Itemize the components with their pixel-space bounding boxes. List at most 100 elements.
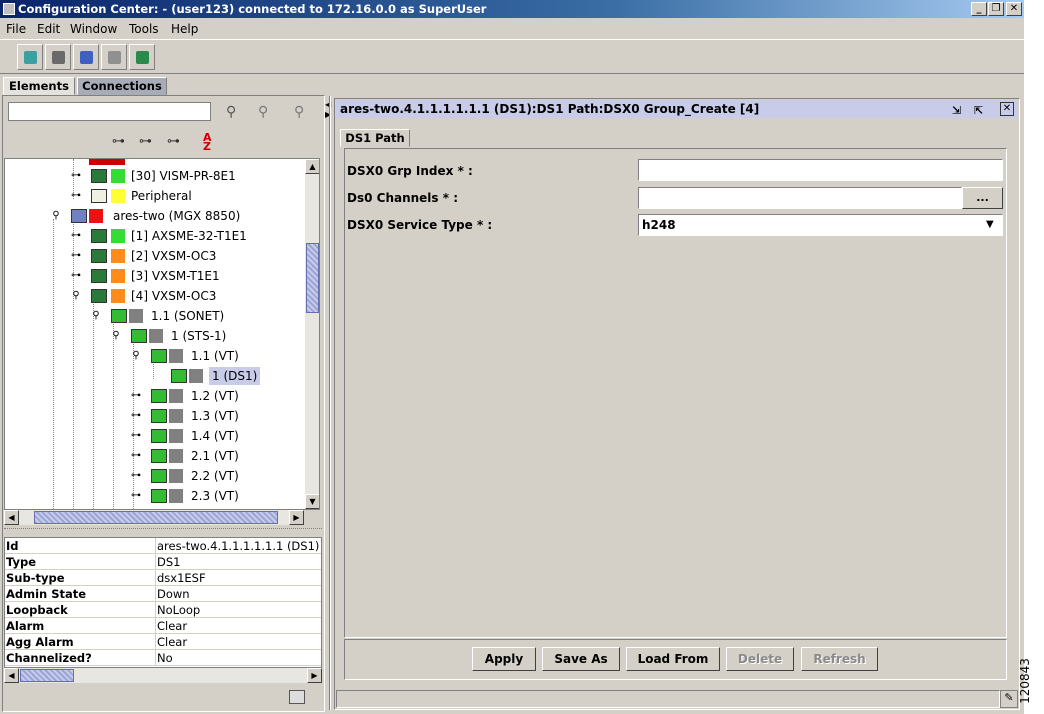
collapse-icon[interactable]: ⚲ (91, 311, 101, 321)
path-icon (151, 429, 167, 443)
restore-panel-icon[interactable]: ⇱ (974, 102, 988, 117)
scroll-left-button[interactable]: ◀ (4, 510, 19, 525)
tree-node-sonet[interactable]: ⚲ 1.1 (SONET) (91, 307, 311, 325)
expand-icon[interactable]: ⊶ (71, 191, 81, 201)
figure-number-area: 120843 (1018, 650, 1044, 714)
expand-icon[interactable]: ⊶ (71, 251, 81, 261)
tree-vertical-scrollbar[interactable]: ▲ ▼ (305, 159, 319, 509)
alarm-status-icon (149, 329, 163, 343)
collapse-icon[interactable]: ⚲ (131, 351, 141, 361)
search-input[interactable] (8, 102, 211, 121)
expand-icon[interactable]: ⊶ (71, 171, 81, 181)
alarm-status-icon (169, 429, 183, 443)
expand-icon[interactable]: ⊶ (131, 431, 141, 441)
close-button[interactable]: ✕ (1006, 2, 1022, 16)
minimize-button[interactable]: _ (971, 2, 987, 16)
tree-node-vt-1-2[interactable]: ⊶ 1.2 (VT) (131, 387, 311, 405)
maximize-button[interactable]: ❐ (988, 2, 1004, 16)
collapse-tree-icon[interactable]: ⊶ (139, 134, 152, 149)
expand-icon[interactable]: ⊶ (131, 451, 141, 461)
toolbar-button-3[interactable] (73, 44, 99, 70)
menu-tools[interactable]: Tools (129, 22, 159, 36)
split-divider[interactable] (4, 528, 322, 533)
expand-icon[interactable]: ⊶ (71, 231, 81, 241)
scroll-right-button[interactable]: ▶ (289, 510, 304, 525)
scroll-left-button[interactable]: ◀ (4, 668, 19, 683)
alarm-status-icon (169, 409, 183, 423)
pin-icon[interactable]: ✎ (1000, 690, 1018, 708)
tree-node-vt-2-3[interactable]: ⊶ 2.3 (VT) (131, 487, 311, 505)
tree-node-vxsm-oc3-2[interactable]: ⊶ [2] VXSM-OC3 (71, 247, 311, 265)
find-next-icon[interactable]: ⚲ (294, 104, 304, 120)
pane-splitter[interactable] (329, 96, 331, 710)
save-as-button[interactable]: Save As (542, 647, 620, 671)
grp-index-field[interactable] (638, 159, 1003, 181)
expand-icon[interactable]: ⊶ (131, 491, 141, 501)
tab-ds1-path[interactable]: DS1 Path (340, 129, 410, 147)
menu-help[interactable]: Help (171, 22, 198, 36)
expand-icon[interactable]: ⊶ (131, 411, 141, 421)
collapse-icon[interactable]: ⚲ (51, 211, 61, 221)
tree-node-vt-2-2[interactable]: ⊶ 2.2 (VT) (131, 467, 311, 485)
find-previous-icon[interactable]: ⚲ (258, 104, 268, 120)
scroll-down-button[interactable]: ▼ (305, 494, 319, 509)
tree-node-vism-pr-8e1[interactable]: ⊶ [30] VISM-PR-8E1 (71, 167, 311, 185)
table-row: Loopback NoLoop (5, 602, 321, 618)
tree-node-vt-1-3[interactable]: ⊶ 1.3 (VT) (131, 407, 311, 425)
scroll-right-button[interactable]: ▶ (307, 668, 322, 683)
refresh-button[interactable]: Refresh (801, 647, 878, 671)
property-key: Sub-type (6, 571, 65, 585)
toolbar-button-4[interactable] (101, 44, 127, 70)
tree-node-ares-two[interactable]: ⚲ ares-two (MGX 8850) (51, 207, 311, 225)
tree-node-vt-1-4[interactable]: ⊶ 1.4 (VT) (131, 427, 311, 445)
load-from-button[interactable]: Load From (626, 647, 720, 671)
toolbar-button-5[interactable] (129, 44, 155, 70)
toolbar-button-1[interactable] (17, 44, 43, 70)
tree-node-ds1-selected[interactable]: 1 (DS1) (151, 367, 311, 385)
tree-node-axsme-32[interactable]: ⊶ [1] AXSME-32-T1E1 (71, 227, 311, 245)
expand-tree-icon[interactable]: ⊶ (112, 134, 125, 149)
tab-elements[interactable]: Elements (3, 77, 75, 95)
sort-az-icon[interactable]: AZ (203, 132, 212, 152)
toolbar-button-2[interactable] (45, 44, 71, 70)
tree-node-peripheral[interactable]: ⊶ Peripheral (71, 187, 311, 205)
tree-horizontal-scrollbar[interactable]: ◀ ▶ (4, 510, 304, 525)
service-type-select[interactable]: h248 ▼ (638, 214, 1003, 236)
properties-horizontal-scrollbar[interactable]: ◀ ▶ (4, 668, 322, 683)
scroll-thumb[interactable] (20, 669, 74, 682)
element-tree[interactable]: ⊶ [30] VISM-PR-8E1 ⊶ Peripheral ⚲ ares-t… (4, 158, 320, 510)
tree-node-vt-1-1[interactable]: ⚲ 1.1 (VT) (131, 347, 311, 365)
tree-node-vt-2-1[interactable]: ⊶ 2.1 (VT) (131, 447, 311, 465)
tree-node-vxsm-oc3-4[interactable]: ⚲ [4] VXSM-OC3 (71, 287, 311, 305)
tree-node-label: 1.4 (VT) (191, 429, 239, 443)
expand-icon[interactable]: ⊶ (131, 391, 141, 401)
binoculars-icon[interactable]: ⚲ (226, 104, 236, 120)
chevron-down-icon[interactable]: ▼ (986, 215, 994, 235)
property-key: Agg Alarm (6, 635, 74, 649)
tree-node-sts-1[interactable]: ⚲ 1 (STS-1) (111, 327, 311, 345)
ds0-channels-field[interactable] (638, 187, 962, 209)
alarm-status-icon (169, 469, 183, 483)
close-panel-icon[interactable]: ✕ (1000, 102, 1014, 116)
menu-window[interactable]: Window (70, 22, 117, 36)
collapse-icon[interactable]: ⚲ (71, 291, 81, 301)
menu-edit[interactable]: Edit (37, 22, 60, 36)
scroll-thumb[interactable] (34, 511, 278, 524)
scroll-thumb[interactable] (306, 243, 319, 313)
property-key: Loopback (6, 603, 68, 617)
property-value: Down (157, 587, 190, 601)
minimize-panel-icon[interactable]: ⇲ (952, 102, 966, 117)
scroll-up-button[interactable]: ▲ (305, 159, 319, 174)
browse-channels-button[interactable]: ... (962, 187, 1003, 209)
status-icon[interactable] (289, 690, 305, 704)
delete-button[interactable]: Delete (726, 647, 794, 671)
menu-file[interactable]: File (6, 22, 26, 36)
path-icon (131, 329, 147, 343)
expand-icon[interactable]: ⊶ (131, 471, 141, 481)
tree-node-vxsm-t1e1[interactable]: ⊶ [3] VXSM-T1E1 (71, 267, 311, 285)
collapse-icon[interactable]: ⚲ (111, 331, 121, 341)
apply-button[interactable]: Apply (472, 647, 536, 671)
tab-connections[interactable]: Connections (77, 77, 167, 95)
expand-icon[interactable]: ⊶ (71, 271, 81, 281)
filter-tree-icon[interactable]: ⊶ (167, 134, 180, 149)
